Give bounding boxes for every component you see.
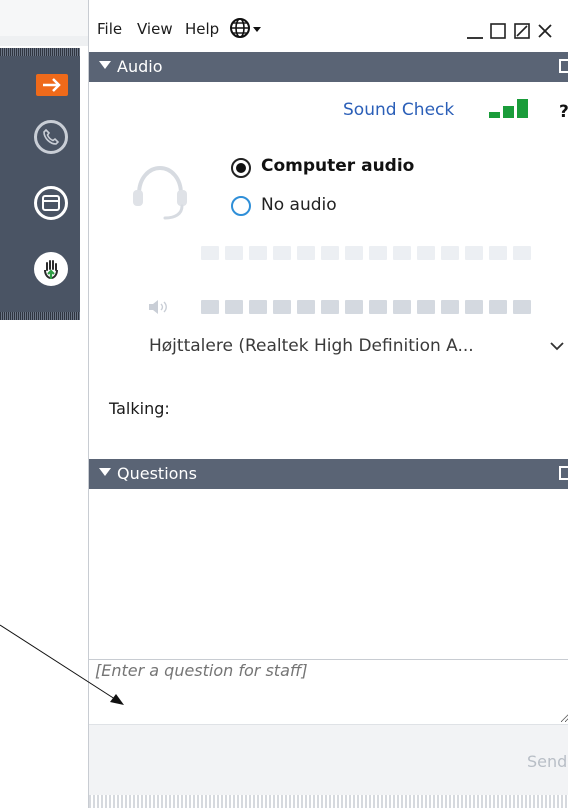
- globe-icon: [230, 18, 261, 38]
- window-icon: [42, 195, 60, 211]
- audio-call-button[interactable]: [34, 120, 68, 154]
- headset-icon: [129, 160, 191, 222]
- popout-icon[interactable]: [559, 466, 568, 480]
- toolbar-grip-bottom: [0, 312, 80, 320]
- speaker-icon: [147, 298, 171, 316]
- speaker-device-dropdown[interactable]: Højttalere (Realtek High Definition A...: [149, 330, 568, 364]
- questions-section-title: Questions: [117, 464, 197, 483]
- window-controls-icons: [467, 23, 552, 39]
- popout-icon[interactable]: [559, 59, 568, 73]
- audio-section-header[interactable]: Audio: [89, 52, 568, 82]
- collapse-triangle-icon: [99, 61, 111, 69]
- restore-icon[interactable]: [514, 23, 530, 39]
- question-input[interactable]: [89, 661, 568, 723]
- no-audio-radio[interactable]: [231, 196, 251, 216]
- speaker-level-meter: [201, 300, 561, 314]
- desktop-strip-secondary: [0, 36, 88, 46]
- talking-label: Talking:: [109, 399, 170, 418]
- raise-hand-icon: [44, 260, 58, 280]
- speaker-device-value: Højttalere (Realtek High Definition A...: [149, 336, 474, 356]
- help-icon[interactable]: ?: [559, 102, 568, 122]
- sound-check-link[interactable]: Sound Check: [343, 100, 454, 120]
- toolbar-grip-top: [0, 48, 80, 56]
- arrow-right-icon: [43, 78, 61, 92]
- phone-icon: [43, 128, 60, 145]
- close-icon[interactable]: [538, 24, 552, 38]
- send-area: [89, 725, 568, 795]
- menu-bar: File View Help: [89, 0, 568, 48]
- questions-section-header[interactable]: Questions: [89, 459, 568, 489]
- computer-audio-label[interactable]: Computer audio: [261, 156, 414, 176]
- questions-list: [89, 489, 568, 659]
- desktop-strip: [0, 0, 88, 36]
- divider: [89, 659, 568, 660]
- maximize-icon[interactable]: [490, 23, 506, 39]
- menu-help[interactable]: Help: [185, 20, 219, 38]
- window-controls: [467, 20, 568, 42]
- resize-grip[interactable]: [89, 795, 568, 808]
- expand-panel-button[interactable]: [36, 74, 68, 96]
- signal-bars-icon: [489, 99, 531, 119]
- chevron-down-icon: [550, 342, 564, 351]
- no-audio-label[interactable]: No audio: [261, 195, 337, 215]
- microphone-level-meter: [201, 246, 561, 260]
- control-panel: File View Help Audio Sound Check ? Compu…: [88, 0, 568, 808]
- desktop-area: [0, 320, 88, 808]
- raise-hand-button[interactable]: [34, 252, 68, 286]
- left-toolbar: [0, 48, 80, 320]
- menu-file[interactable]: File: [97, 20, 122, 38]
- computer-audio-radio[interactable]: [231, 158, 251, 178]
- send-button[interactable]: Send: [527, 752, 567, 771]
- collapse-triangle-icon: [99, 468, 111, 476]
- language-menu-button[interactable]: [229, 16, 267, 40]
- panel-view-button[interactable]: [34, 186, 68, 220]
- audio-section-title: Audio: [117, 57, 163, 76]
- menu-view[interactable]: View: [137, 20, 173, 38]
